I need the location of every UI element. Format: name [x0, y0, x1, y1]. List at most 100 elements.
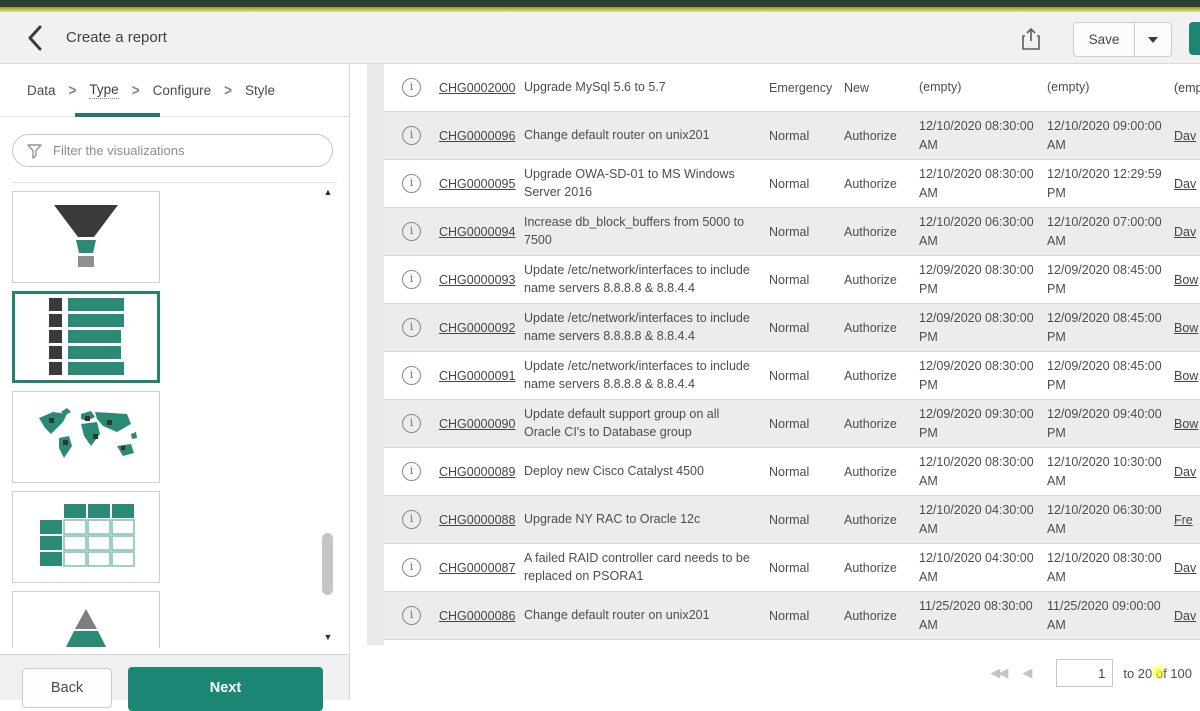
info-icon[interactable]: i	[402, 318, 421, 337]
record-assignee-link[interactable]: Dav	[1174, 609, 1196, 623]
info-icon[interactable]: i	[402, 78, 421, 97]
table-row: iCHG0000094Increase db_block_buffers fro…	[384, 208, 1200, 256]
viz-thumbnail-funnel[interactable]	[12, 191, 160, 283]
breadcrumb-item-data[interactable]: Data	[27, 83, 56, 98]
record-state: Authorize	[844, 513, 919, 527]
visualization-list: ▲ ▼	[12, 182, 337, 648]
back-chevron-icon[interactable]	[22, 24, 48, 52]
record-assignee-link[interactable]: Dav	[1174, 561, 1196, 575]
back-button[interactable]: Back	[22, 668, 112, 708]
record-state: Authorize	[844, 417, 919, 431]
table-row: i CHG0000093 Update /etc/network/interface…	[384, 256, 1200, 304]
sidebar: Data > Type > Configure > Style	[0, 64, 350, 700]
record-number-link[interactable]: CHG0000092	[439, 321, 515, 335]
record-number-link[interactable]: CHG0000095	[439, 177, 515, 191]
info-icon[interactable]: i	[402, 126, 421, 145]
table-row: i CHG0000086 Change default router on unix…	[384, 592, 1200, 640]
header: Create a report Save	[0, 12, 1200, 64]
share-icon[interactable]	[1019, 26, 1043, 52]
record-number-link[interactable]: CHG0000093	[439, 273, 515, 287]
first-page-icon[interactable]: ◀◀	[990, 665, 1006, 681]
record-state: Authorize	[844, 609, 919, 623]
info-icon[interactable]: i	[402, 510, 421, 529]
record-start-date: 12/09/2020 08:30:00 PM	[919, 309, 1047, 347]
record-start-date: 12/10/2020 04:30:00 AM	[919, 549, 1047, 587]
info-icon[interactable]: i	[402, 174, 421, 193]
record-number-link[interactable]: CHG0000091	[439, 369, 515, 383]
record-end-date: 12/10/2020 09:00:00 AM	[1047, 117, 1174, 155]
table-left-gutter	[367, 64, 384, 645]
filter-input[interactable]	[12, 134, 333, 167]
record-number-link[interactable]: CHG0000086	[439, 609, 515, 623]
record-description: Upgrade NY RAC to Oracle 12c	[524, 511, 769, 529]
page-input[interactable]	[1056, 659, 1113, 687]
breadcrumb-item-configure[interactable]: Configure	[153, 83, 212, 98]
record-number-link[interactable]: CHG0000090	[439, 417, 515, 431]
record-number-link[interactable]: CHG0000096	[439, 129, 515, 143]
primary-action-sliver-button[interactable]	[1189, 22, 1200, 55]
record-end-date: 11/25/2020 09:00:00 AM	[1047, 597, 1174, 635]
save-split-button: Save	[1073, 22, 1172, 55]
scrollbar-thumb[interactable]	[322, 533, 333, 595]
info-icon[interactable]: i	[402, 222, 421, 241]
viz-thumbnail-grid[interactable]	[12, 491, 160, 583]
breadcrumb-item-style[interactable]: Style	[245, 83, 275, 98]
record-end-date: (empty)	[1047, 78, 1174, 97]
record-description: Update /etc/network/interfaces to includ…	[524, 310, 769, 346]
record-assignee-link[interactable]: Bow	[1174, 321, 1198, 335]
record-number-link[interactable]: CHG0000087	[439, 561, 515, 575]
record-number-link[interactable]: CHG0000088	[439, 513, 515, 527]
record-assignee-link[interactable]: Fre	[1174, 513, 1193, 527]
record-priority: Normal	[769, 465, 844, 479]
record-number-link[interactable]: CHG0000094	[439, 225, 515, 239]
info-icon[interactable]: i	[402, 366, 421, 385]
table-row: iCHG0000088Upgrade NY RAC to Oracle 12cN…	[384, 496, 1200, 544]
record-end-date: 12/10/2020 07:00:00 AM	[1047, 213, 1174, 251]
record-description: Update /etc/network/interfaces to includ…	[524, 262, 769, 298]
record-assignee-link[interactable]: Dav	[1174, 465, 1196, 479]
scroll-down-icon[interactable]: ▼	[322, 632, 334, 642]
record-description: Change default router on unix201	[524, 607, 769, 625]
pyramid-chart-icon	[36, 605, 136, 648]
pagination: ◀◀ ◀ to 20 of 100	[990, 660, 1192, 686]
breadcrumb-item-type[interactable]: Type	[89, 82, 118, 99]
info-icon[interactable]: i	[402, 462, 421, 481]
record-priority: Normal	[769, 177, 844, 191]
info-icon[interactable]: i	[402, 270, 421, 289]
scroll-up-icon[interactable]: ▲	[322, 187, 334, 197]
info-icon[interactable]: i	[402, 606, 421, 625]
record-assignee-link[interactable]: Bow	[1174, 417, 1198, 431]
record-assignee-link[interactable]: Dav	[1174, 225, 1196, 239]
next-button[interactable]: Next	[128, 667, 323, 711]
record-assignee-link[interactable]: Dav	[1174, 129, 1196, 143]
record-priority: Normal	[769, 321, 844, 335]
viz-thumbnail-map[interactable]	[12, 391, 160, 483]
table-row: iCHG0000091Update /etc/network/interface…	[384, 352, 1200, 400]
save-button[interactable]: Save	[1073, 22, 1135, 57]
previous-page-icon[interactable]: ◀	[1022, 665, 1032, 681]
record-number-link[interactable]: CHG0000089	[439, 465, 515, 479]
viz-thumbnail-list[interactable]	[12, 291, 160, 383]
info-icon[interactable]: i	[402, 414, 421, 433]
chevron-separator-icon: >	[224, 81, 232, 98]
record-assignee-link[interactable]: Dav	[1174, 177, 1196, 191]
record-start-date: 12/10/2020 08:30:00 AM	[919, 453, 1047, 491]
record-end-date: 12/09/2020 09:40:00 PM	[1047, 405, 1174, 443]
chevron-separator-icon: >	[69, 81, 77, 98]
record-description: Change default router on unix201	[524, 127, 769, 145]
record-priority: Normal	[769, 129, 844, 143]
viz-thumbnail-pyramid[interactable]	[12, 591, 160, 648]
record-end-date: 12/09/2020 08:45:00 PM	[1047, 261, 1174, 299]
save-caret-button[interactable]	[1135, 22, 1172, 57]
record-priority: Emergency	[769, 81, 844, 95]
record-assignee-link: (empty)	[1174, 81, 1200, 95]
record-assignee-link[interactable]: Bow	[1174, 273, 1198, 287]
record-description: A failed RAID controller card needs to b…	[524, 550, 769, 586]
info-icon[interactable]: i	[402, 558, 421, 577]
page-range-label: to 20 of 100	[1123, 666, 1192, 681]
record-start-date: 12/10/2020 04:30:00 AM	[919, 501, 1047, 539]
record-assignee-link[interactable]: Bow	[1174, 369, 1198, 383]
record-state: Authorize	[844, 465, 919, 479]
record-number-link[interactable]: CHG0002000	[439, 81, 515, 95]
sidebar-scrollbar[interactable]: ▲ ▼	[319, 185, 337, 648]
